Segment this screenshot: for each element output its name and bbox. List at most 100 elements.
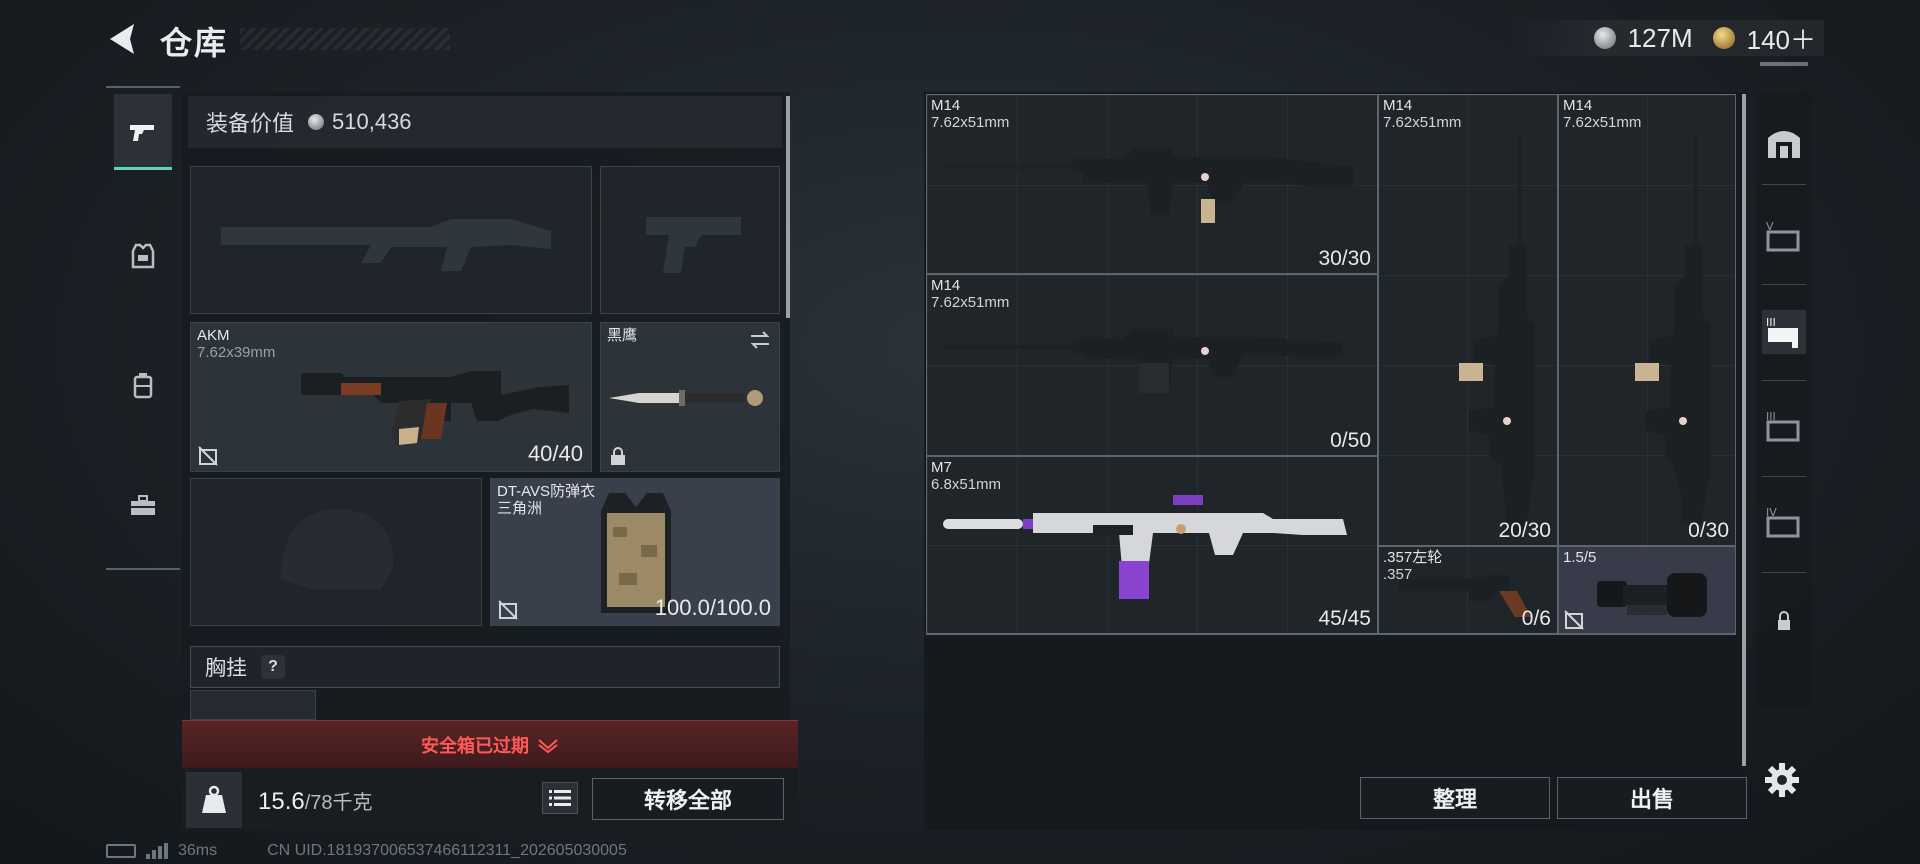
item-ammo: 20/30 (1498, 519, 1551, 542)
item-caliber: 7.62x51mm (931, 114, 1010, 131)
weight-max: /78千克 (304, 792, 373, 814)
storage-item-revolver[interactable]: .357左轮 .357 0/6 (1378, 546, 1558, 634)
item-ammo: 30/30 (1318, 247, 1371, 270)
storage-tab-home[interactable] (1762, 120, 1806, 164)
weight-current: 15.6 (258, 788, 305, 815)
sell-button[interactable]: 出售 (1557, 777, 1747, 819)
storage-item-scope[interactable]: 1.5/5 (1558, 546, 1736, 634)
chevron-down-icon (538, 738, 558, 753)
weight-icon (202, 785, 226, 813)
armor-icon (131, 243, 155, 269)
item-name: M7 (931, 459, 952, 476)
gold-currency-value[interactable]: 140＋ (1747, 20, 1816, 57)
no-insurance-icon (1564, 610, 1584, 630)
back-button[interactable] (104, 20, 144, 58)
page-title: 仓库 (160, 25, 229, 61)
safe-box-status: 安全箱已过期 (421, 735, 529, 756)
category-toolbox[interactable] (114, 468, 172, 544)
pistol-empty-slot[interactable] (600, 166, 780, 314)
body-armor-slot[interactable]: DT-AVS防弹衣 三角洲 100.0/100.0 (490, 478, 780, 626)
signal-icon (146, 843, 168, 859)
storage-tab-5[interactable]: V (1762, 214, 1806, 258)
storage-box-iii-icon: III (1766, 316, 1798, 348)
user-uid: CN UID.181937006537466112311_20260503000… (267, 842, 627, 859)
primary-weapon-empty-slot[interactable] (190, 166, 592, 314)
item-ammo: 45/45 (1318, 607, 1371, 630)
m14-rifle-icon (1459, 135, 1535, 535)
category-backpack[interactable] (114, 348, 172, 424)
svg-text:III: III (1766, 316, 1776, 329)
storage-tab-3b[interactable]: III (1762, 404, 1806, 448)
equipment-value-label: 装备价值 (206, 111, 295, 136)
weapon-caliber: 7.62x39mm (197, 344, 276, 361)
storage-item-m14[interactable]: M14 7.62x51mm 0/30 (1558, 94, 1736, 546)
silver-coin-icon (1593, 27, 1616, 49)
chest-rig-label: 胸挂 (205, 657, 247, 680)
item-name: .357左轮 (1383, 549, 1443, 566)
storage-item-m7[interactable]: M7 6.8x51mm 45/45 (926, 456, 1378, 634)
settings-gear-icon[interactable] (1762, 760, 1802, 800)
chest-rig-slot[interactable] (190, 690, 316, 720)
weapon-name: AKM (197, 327, 230, 344)
item-name: M14 (1563, 97, 1593, 114)
helmet-empty-slot[interactable] (190, 478, 482, 626)
item-name: M14 (1383, 97, 1413, 114)
storage-scrollbar[interactable] (1742, 94, 1746, 766)
title-decoration (240, 28, 450, 50)
storage-box-v-icon: V (1766, 220, 1800, 252)
storage-box-iv-icon: IV (1766, 506, 1800, 538)
silver-coin-icon (308, 114, 325, 130)
lock-icon (611, 447, 625, 465)
equipment-value-header: 装备价值 510,436 (188, 96, 782, 148)
storage-box-iii-icon: III (1766, 410, 1800, 442)
item-ammo: 0/30 (1688, 519, 1729, 542)
item-name: M14 (931, 277, 961, 294)
back-arrow-icon (110, 24, 134, 54)
storage-item-m14[interactable]: M14 7.62x51mm 0/50 (926, 274, 1378, 456)
vault-icon (1768, 131, 1800, 158)
battery-icon (106, 844, 136, 858)
status-line: 36ms CN UID.181937006537466112311_202605… (106, 842, 627, 860)
toolbox-icon (131, 495, 155, 515)
storage-item-m14[interactable]: M14 7.62x51mm 30/30 (926, 94, 1378, 274)
currency-bar: 127M 140＋ (1513, 20, 1824, 57)
durability-count: 100.0/100.0 (654, 595, 771, 620)
item-caliber: 7.62x51mm (1563, 114, 1642, 131)
storage-tab-locked[interactable] (1762, 600, 1806, 644)
knife-icon (609, 390, 763, 406)
item-caliber: 7.62x51mm (1383, 114, 1462, 131)
category-weapons[interactable] (114, 94, 172, 170)
safe-box-expired-banner[interactable]: 安全箱已过期 (182, 720, 798, 768)
storage-item-m14[interactable]: M14 7.62x51mm 20/30 (1378, 94, 1558, 546)
lock-icon (1778, 611, 1790, 630)
melee-slot[interactable]: 黑鹰 (600, 322, 780, 472)
swap-icon[interactable] (749, 329, 771, 351)
ping-value: 36ms (178, 842, 218, 859)
list-view-button[interactable] (542, 782, 578, 814)
equipment-scrollbar[interactable] (786, 96, 790, 318)
melee-name: 黑鹰 (607, 327, 638, 344)
helmet-silhouette-icon (281, 509, 394, 589)
equipment-category-nav (106, 86, 180, 570)
primary-weapon-slot[interactable]: AKM 7.62x39mm 40/40 (190, 322, 592, 472)
item-caliber: 7.62x51mm (931, 294, 1010, 311)
nav-decoration (1760, 62, 1808, 66)
armor-subtitle: 三角洲 (497, 500, 543, 517)
storage-tab-3-active[interactable]: III (1762, 310, 1806, 354)
m14-rifle-icon (1635, 135, 1711, 525)
pistol-icon (130, 124, 154, 141)
transfer-all-button[interactable]: 转移全部 (592, 778, 784, 820)
item-name: M14 (931, 97, 961, 114)
category-armor[interactable] (114, 218, 172, 294)
rifle-silhouette-icon (221, 219, 551, 271)
chest-rig-header[interactable]: 胸挂 ? (190, 646, 780, 688)
m7-rifle-icon (943, 495, 1347, 599)
m14-rifle-icon (943, 329, 1343, 393)
help-button[interactable]: ? (261, 655, 285, 679)
sort-button[interactable]: 整理 (1360, 777, 1550, 819)
no-insurance-icon (498, 600, 518, 620)
item-ammo: 0/50 (1330, 429, 1371, 452)
storage-tab-4[interactable]: IV (1762, 500, 1806, 544)
list-icon (549, 790, 571, 806)
pistol-silhouette-icon (646, 217, 741, 273)
